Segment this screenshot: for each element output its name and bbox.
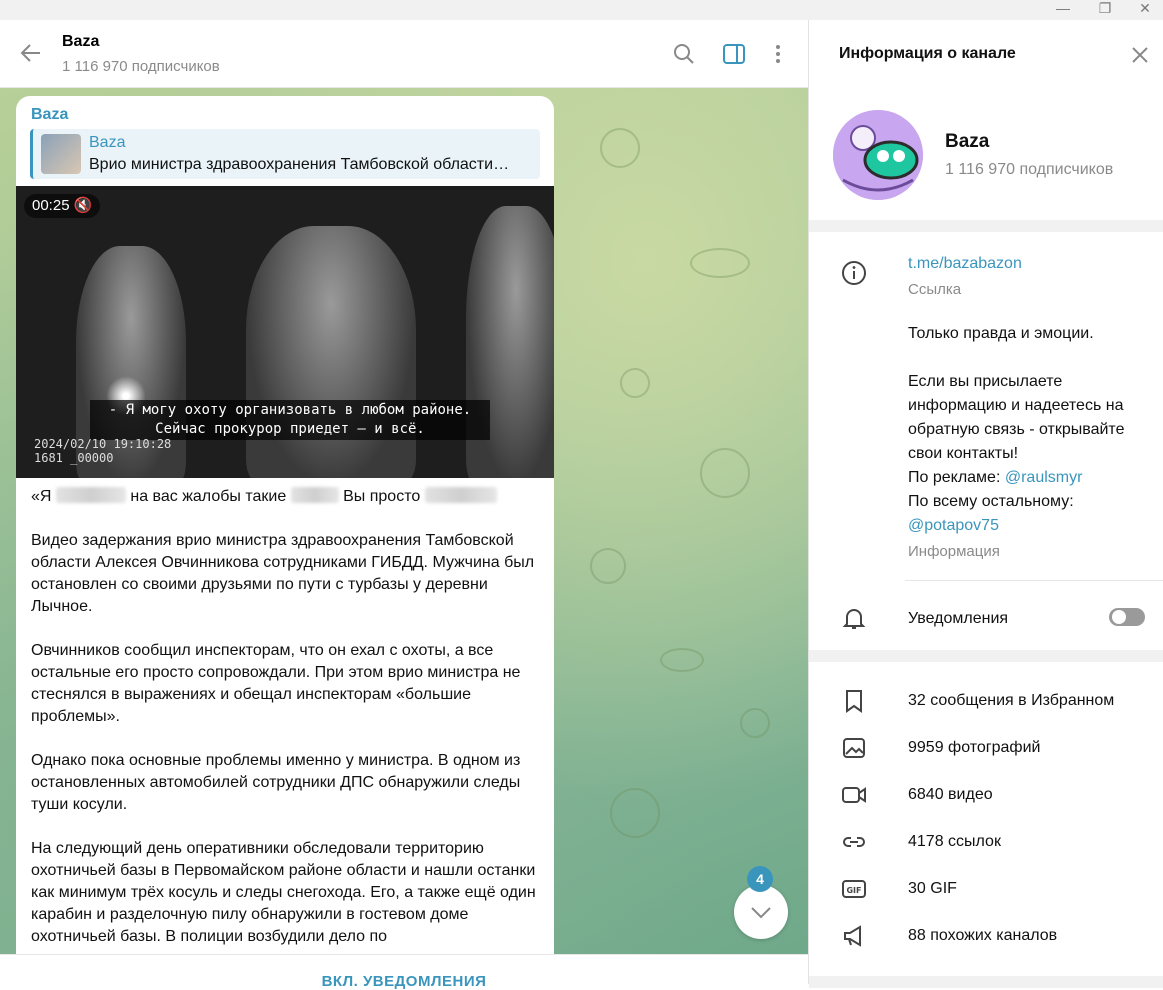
chat-background: Baza Baza Врио министра здравоохранения … <box>0 88 808 954</box>
back-arrow-icon[interactable] <box>18 40 44 66</box>
megaphone-icon <box>844 925 861 947</box>
window-titlebar: — ❐ ✕ <box>0 0 1163 20</box>
photo-icon <box>843 738 865 758</box>
channel-name: Baza <box>945 131 990 152</box>
message-quote: «Я на вас жалобы такие Вы просто <box>31 486 541 508</box>
video-time: 00:25 <box>32 197 70 214</box>
video-timestamp: 2024/02/10 19:10:28 1681 _00000 <box>34 437 171 465</box>
quote-part-2: на вас жалобы такие <box>130 488 287 505</box>
section-divider <box>809 220 1163 232</box>
search-icon[interactable] <box>672 42 696 66</box>
close-icon[interactable] <box>1129 44 1151 66</box>
message-text: «Я на вас жалобы такие Вы просто Видео з… <box>31 486 541 954</box>
info-icon <box>842 261 866 285</box>
section-divider <box>809 976 1163 988</box>
scroll-down-button[interactable] <box>734 885 788 939</box>
message-paragraph: Видео задержания врио министра здравоохр… <box>31 532 535 615</box>
chevron-down-icon <box>751 907 771 919</box>
channel-description-1: Только правда и эмоции. <box>908 325 1094 342</box>
maximize-button[interactable]: ❐ <box>1085 0 1125 20</box>
stat-similar-channels[interactable]: 88 похожих каналов <box>908 924 1057 948</box>
video-subtitles: - Я могу охоту организовать в любом райо… <box>90 400 490 440</box>
message-paragraph: Однако пока основные проблемы именно у м… <box>31 752 521 813</box>
channel-link[interactable]: t.me/bazabazon <box>908 252 1022 276</box>
channel-description-2: Если вы присылаете информацию и надеетес… <box>908 373 1125 462</box>
unread-badge: 4 <box>747 866 773 892</box>
stat-photos[interactable]: 9959 фотографий <box>908 736 1040 760</box>
sidebar-toggle-icon[interactable] <box>722 42 746 66</box>
bookmark-icon <box>846 690 862 713</box>
divider <box>905 580 1163 581</box>
stat-videos[interactable]: 6840 видео <box>908 783 993 807</box>
channel-info-panel: Информация о канале Baza 1 116 970 подпи… <box>808 20 1163 988</box>
minimize-button[interactable]: — <box>1043 0 1083 20</box>
chat-subscribers: 1 116 970 подписчиков <box>62 58 220 75</box>
ads-label: По рекламе: <box>908 469 1005 486</box>
more-vert-icon[interactable] <box>766 42 790 66</box>
gif-icon: GIF <box>842 880 866 898</box>
bottom-bar: ВКЛ. УВЕДОМЛЕНИЯ <box>0 954 808 990</box>
stat-gifs[interactable]: 30 GIF <box>908 877 957 901</box>
chat-title[interactable]: Baza <box>62 33 99 51</box>
enable-notifications-button[interactable]: ВКЛ. УВЕДОМЛЕНИЯ <box>0 973 808 990</box>
reply-text: Врио министра здравоохранения Тамбовской… <box>89 156 510 173</box>
contact-link[interactable]: @potapov75 <box>908 514 999 538</box>
channel-subscribers: 1 116 970 подписчиков <box>945 161 1114 178</box>
video-stamp-line-2: 1681 _00000 <box>34 451 114 465</box>
reply-thumbnail <box>41 134 81 174</box>
mute-icon[interactable]: 🔇 <box>74 197 93 214</box>
censored-word <box>424 487 497 503</box>
censored-word <box>55 487 126 503</box>
description-caption: Информация <box>908 543 1000 560</box>
link-caption: Ссылка <box>908 281 962 298</box>
panel-title: Информация о канале <box>839 45 1016 62</box>
channel-description-3: По рекламе: @raulsmyr <box>908 466 1082 490</box>
message-paragraph: На следующий день оперативники обследова… <box>31 840 536 945</box>
censored-word <box>290 487 339 503</box>
reply-author: Baza <box>89 134 126 151</box>
stat-saved[interactable]: 32 сообщения в Избранном <box>908 689 1114 713</box>
section-divider <box>809 650 1163 662</box>
video-time-badge[interactable]: 00:25 🔇 <box>24 194 101 218</box>
quote-part-3: Вы просто <box>343 488 421 505</box>
chat-header: Baza 1 116 970 подписчиков <box>0 20 808 88</box>
stat-links[interactable]: 4178 ссылок <box>908 830 1001 854</box>
channel-avatar[interactable] <box>833 110 923 200</box>
window-close-button[interactable]: ✕ <box>1125 0 1163 20</box>
reply-preview[interactable]: Baza Врио министра здравоохранения Тамбо… <box>30 129 540 179</box>
notifications-toggle[interactable] <box>1109 608 1145 626</box>
message-paragraph: Овчинников сообщил инспекторам, что он е… <box>31 642 521 725</box>
video-player[interactable]: 00:25 🔇 - Я могу охоту организовать в лю… <box>16 186 554 478</box>
message-bubble: Baza Baza Врио министра здравоохранения … <box>16 96 554 954</box>
ads-contact-link[interactable]: @raulsmyr <box>1005 469 1083 486</box>
svg-text:GIF: GIF <box>846 886 861 895</box>
video-subtitle-line-1: - Я могу охоту организовать в любом райо… <box>108 402 472 418</box>
video-stamp-line-1: 2024/02/10 19:10:28 <box>34 437 172 451</box>
channel-description-4: По всему остальному: <box>908 493 1074 510</box>
message-author[interactable]: Baza <box>31 106 68 124</box>
bell-icon <box>842 609 866 629</box>
notifications-label: Уведомления <box>908 610 1009 627</box>
video-icon <box>842 787 866 803</box>
link-icon <box>843 837 865 847</box>
quote-part-1: «Я <box>31 488 52 505</box>
